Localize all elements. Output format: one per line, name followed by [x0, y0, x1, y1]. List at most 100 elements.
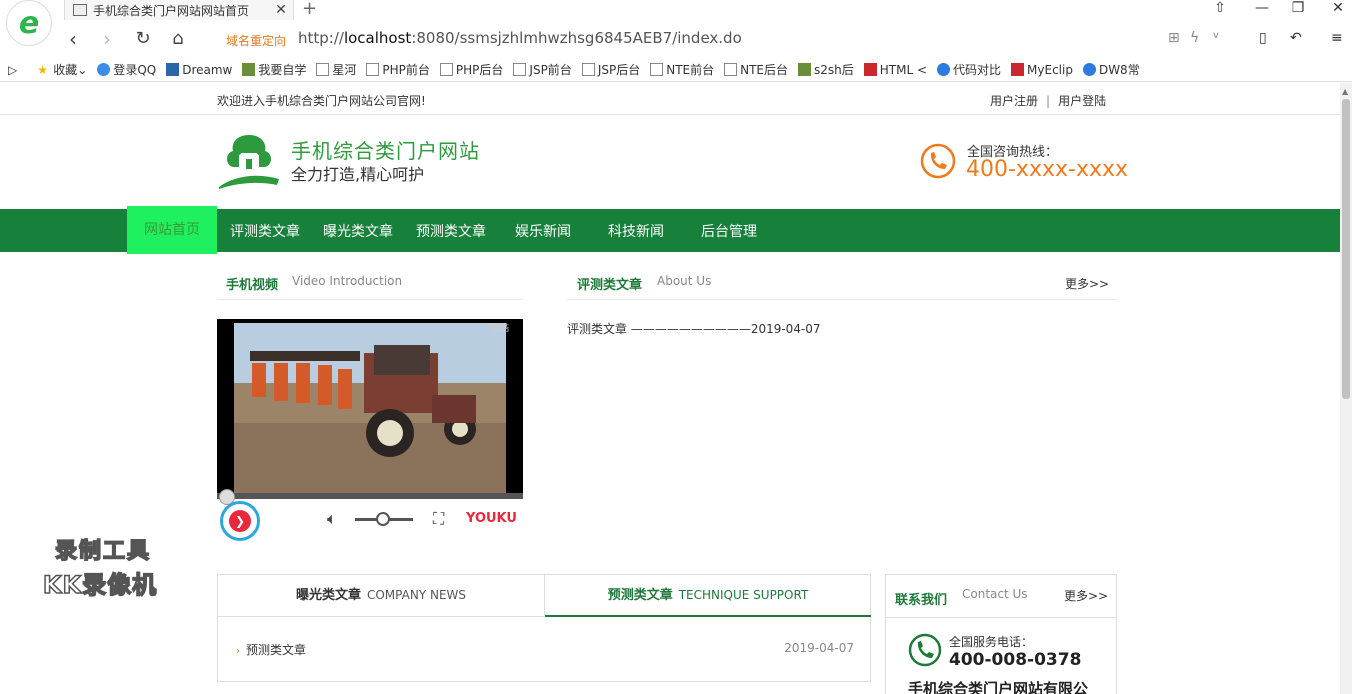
bookmark-item[interactable]: s2sh后: [798, 61, 854, 78]
page-scrollbar[interactable]: ▲: [1340, 83, 1352, 694]
nav-tech-news[interactable]: 科技新闻: [608, 209, 664, 252]
bookmark-item[interactable]: PHP前台: [366, 61, 430, 78]
star-icon: ★: [37, 63, 48, 77]
review-more-link[interactable]: 更多>>: [1065, 275, 1109, 292]
hotline-number: 400-xxxx-xxxx: [966, 157, 1129, 182]
browser-tab[interactable]: 手机综合类门户网站网站首页 ✕: [64, 0, 294, 20]
news-tabs-box: 曝光类文章 COMPANY NEWS 预测类文章 TECHNIQUE SUPPORT…: [217, 574, 871, 682]
browser-logo-icon[interactable]: e: [6, 0, 52, 46]
video-frame-tractor: [234, 323, 506, 493]
tab-technique-support[interactable]: 预测类文章 TECHNIQUE SUPPORT: [545, 575, 871, 617]
site-title: 手机综合类门户网站: [291, 139, 480, 163]
bookmark-item[interactable]: 我要自学: [242, 61, 306, 78]
back-icon[interactable]: ‹: [62, 28, 84, 50]
nav-exposure[interactable]: 曝光类文章: [323, 209, 393, 252]
forward-icon[interactable]: ›: [96, 28, 118, 50]
video-section-divider: [217, 299, 523, 300]
play-button[interactable]: ❯: [220, 501, 260, 541]
user-links: 用户注册 | 用户登陆: [990, 94, 1107, 108]
menu-icon[interactable]: ≡: [1331, 30, 1343, 46]
grid-icon[interactable]: ⊞: [1168, 30, 1180, 46]
contact-phone-icon: [908, 633, 942, 667]
fullscreen-icon[interactable]: ⛶: [433, 509, 444, 529]
bookmarks-toggle-icon[interactable]: ▷: [8, 63, 17, 77]
site-header: 手机综合类门户网站 全力打造,精心呵护 全国咨询热线： 400-xxxx-xxx…: [0, 115, 1340, 209]
minimize-icon[interactable]: —: [1250, 0, 1274, 16]
bookmark-item[interactable]: NTE前台: [650, 61, 714, 78]
bookmarks-bar: ▷ ★ 收藏 ⌄ 登录QQ Dreamw 我要自学 星河 PHP前台 PHP后台 …: [0, 58, 1352, 82]
window-close-icon[interactable]: ✕: [1326, 0, 1350, 16]
site-slogan: 全力打造,精心呵护: [291, 165, 425, 184]
login-link[interactable]: 用户登陆: [1058, 94, 1106, 108]
volume-icon[interactable]: 🔈︎: [327, 509, 337, 529]
youku-logo[interactable]: YOUKU: [466, 511, 517, 526]
scrollbar-thumb[interactable]: [1342, 99, 1350, 399]
tab-close-icon[interactable]: ✕: [273, 2, 289, 18]
browser-tab-title: 手机综合类门户网站网站首页: [93, 3, 250, 18]
contact-subtitle: Contact Us: [962, 587, 1028, 601]
bookmark-item[interactable]: ★ 收藏 ⌄: [37, 61, 87, 78]
top-bar: 欢迎进入手机综合类门户网站公司官网! 用户注册 | 用户登陆: [0, 83, 1340, 115]
nav-admin[interactable]: 后台管理: [701, 209, 757, 252]
list-item-title: 预测类文章: [246, 643, 307, 657]
bookmark-item[interactable]: PHP后台: [439, 61, 503, 78]
bookmark-item[interactable]: 登录QQ: [97, 61, 156, 78]
reader-icon[interactable]: ▯: [1259, 30, 1267, 46]
video-section-title: 手机视频: [226, 278, 279, 293]
nav-home[interactable]: 网站首页: [127, 206, 217, 254]
dropdown-icon[interactable]: v: [1213, 30, 1219, 41]
browser-tab-bar: 手机综合类门户网站网站首页 ✕ + ⇧ — ❐ ✕: [0, 0, 1352, 20]
register-link[interactable]: 用户注册: [990, 94, 1038, 108]
house-tree-logo-icon[interactable]: [217, 131, 281, 191]
play-icon: ❯: [229, 510, 251, 532]
bookmark-item[interactable]: HTML <: [863, 63, 927, 77]
video-player[interactable]: 优酷: [217, 319, 523, 505]
bookmark-item[interactable]: 星河: [316, 61, 356, 78]
contact-more-link[interactable]: 更多>>: [1064, 587, 1108, 604]
bookmark-item[interactable]: NTE后台: [724, 61, 788, 78]
video-watermark: 优酷: [490, 324, 509, 334]
page-favicon-icon: [73, 4, 87, 16]
video-controls: ❯ 🔈︎ ⛶ YOUKU: [217, 499, 523, 541]
review-article-link[interactable]: 评测类文章 ——————————2019-04-07: [567, 320, 821, 337]
address-bar: ‹ › ↻ ⌂ 域名重定向 http://localhost:8080/ssms…: [0, 20, 1352, 58]
contact-divider: [886, 617, 1116, 618]
review-section-divider: [567, 299, 1117, 300]
scroll-up-icon[interactable]: ▲: [1342, 87, 1348, 96]
review-section-subtitle: About Us: [657, 274, 712, 288]
bullet-icon: ›: [236, 646, 240, 657]
bookmark-item[interactable]: JSP后台: [581, 61, 640, 78]
bookmark-item[interactable]: JSP前台: [513, 61, 572, 78]
web-page: 欢迎进入手机综合类门户网站公司官网! 用户注册 | 用户登陆 手机综合类门户网站 全…: [0, 83, 1340, 694]
welcome-text: 欢迎进入手机综合类门户网站公司官网!: [217, 94, 426, 108]
service-number: 400-008-0378: [949, 650, 1082, 670]
refresh-icon[interactable]: ↻: [132, 28, 154, 50]
list-item[interactable]: › 预测类文章 2019-04-07: [236, 641, 854, 658]
restore-icon[interactable]: ❐: [1286, 0, 1310, 16]
contact-box: 联系我们 Contact Us 更多>> 全国服务电话： 400-008-037…: [885, 574, 1117, 694]
company-name: 手机综合类门户网站有限公: [908, 680, 1089, 694]
video-section-subtitle: Video Introduction: [292, 274, 403, 288]
bookmark-item[interactable]: MyEclip: [1011, 63, 1073, 77]
home-icon[interactable]: ⌂: [167, 28, 189, 50]
pin-icon[interactable]: ⇧: [1208, 0, 1232, 16]
undo-icon[interactable]: ↶: [1290, 30, 1302, 46]
volume-knob[interactable]: [376, 512, 390, 526]
recorder-watermark: 录制工具 KK录像机: [42, 538, 158, 600]
new-tab-icon[interactable]: +: [302, 0, 317, 19]
review-section-title: 评测类文章: [577, 278, 643, 293]
nav-entertainment[interactable]: 娱乐新闻: [515, 209, 571, 252]
redirect-label: 域名重定向: [226, 34, 287, 48]
main-nav: 网站首页 评测类文章 曝光类文章 预测类文章 娱乐新闻 科技新闻 后台管理: [0, 206, 1340, 254]
nav-reviews[interactable]: 评测类文章: [230, 209, 300, 252]
list-item-date: 2019-04-07: [784, 641, 854, 655]
url-field[interactable]: http://localhost:8080/ssmsjzhlmhwzhsg684…: [298, 29, 742, 47]
bookmark-item[interactable]: 代码对比: [937, 61, 1001, 78]
phone-icon: [920, 143, 956, 179]
nav-forecast[interactable]: 预测类文章: [416, 209, 486, 252]
bookmark-item[interactable]: Dreamw: [166, 63, 232, 77]
bookmark-item[interactable]: DW8常: [1082, 61, 1140, 78]
lightning-icon[interactable]: ϟ: [1190, 30, 1199, 46]
tab-company-news[interactable]: 曝光类文章 COMPANY NEWS: [218, 575, 545, 617]
service-label: 全国服务电话：: [949, 635, 1034, 649]
